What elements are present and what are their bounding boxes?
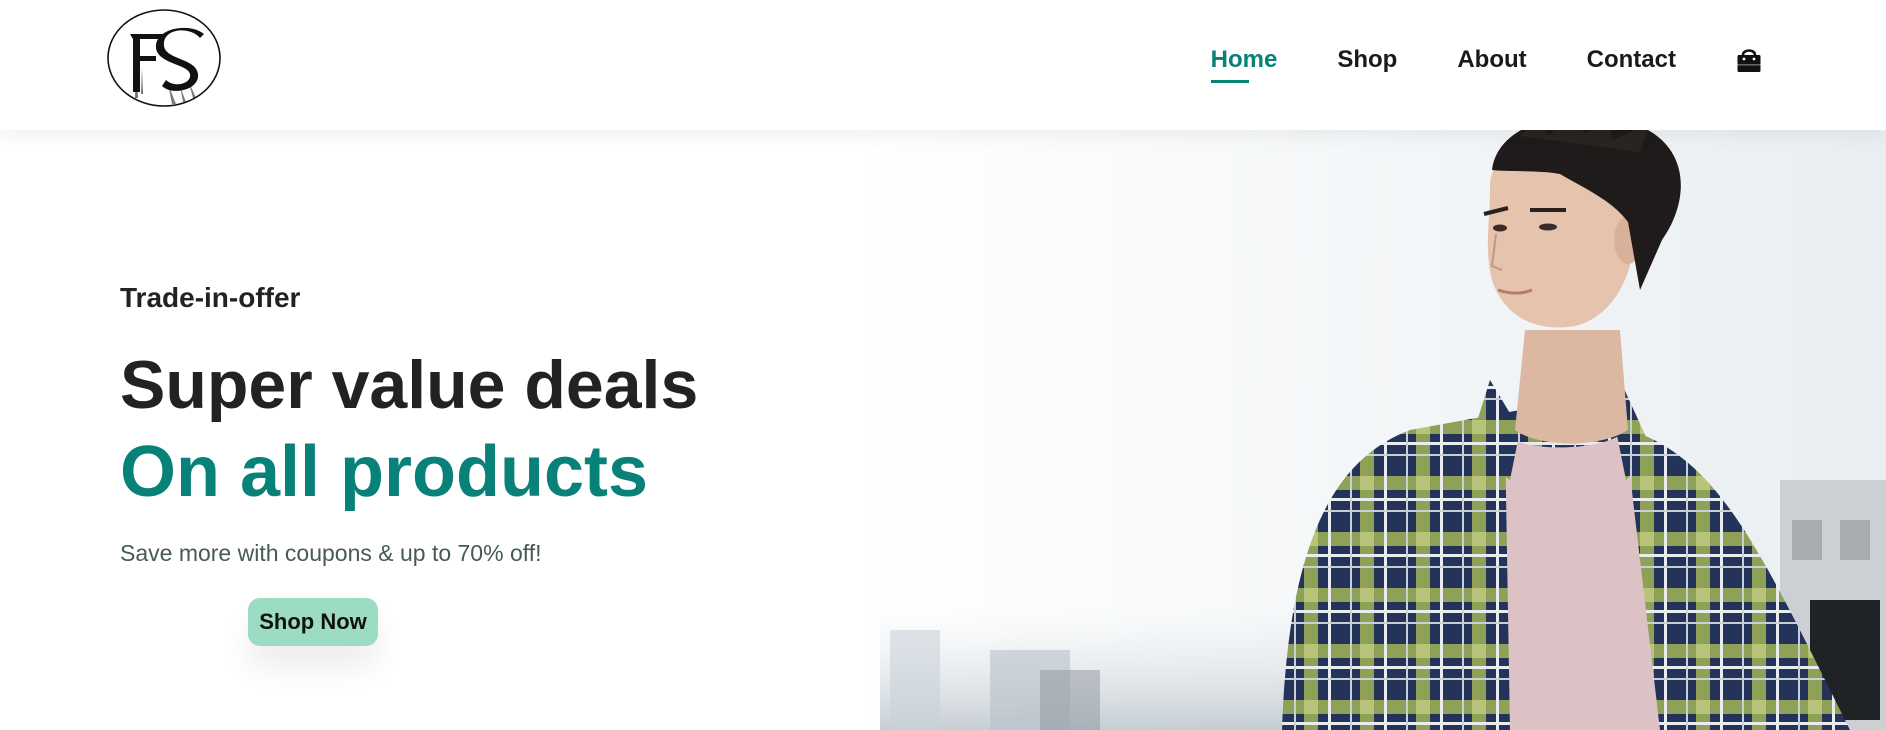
main-nav: Home Shop About Contact — [1210, 44, 1762, 83]
nav-item-shop[interactable]: Shop — [1337, 44, 1397, 76]
site-header: Home Shop About Contact — [0, 0, 1886, 130]
shop-now-button[interactable]: Shop Now — [248, 598, 378, 646]
logo-emblem-icon — [107, 9, 221, 107]
nav-item-home[interactable]: Home — [1210, 44, 1277, 83]
shopping-bag-icon[interactable] — [1736, 46, 1762, 74]
hero-headline: Super value deals — [120, 347, 699, 423]
hero-subheadline: On all products — [120, 432, 649, 512]
brand-logo[interactable] — [106, 6, 224, 108]
hero-eyebrow: Trade-in-offer — [120, 282, 301, 313]
nav-item-about[interactable]: About — [1457, 44, 1526, 76]
hero-banner: Trade-in-offer Super value deals On all … — [0, 130, 1886, 730]
nav-item-contact[interactable]: Contact — [1587, 44, 1676, 76]
hero-tagline: Save more with coupons & up to 70% off! — [120, 540, 542, 566]
